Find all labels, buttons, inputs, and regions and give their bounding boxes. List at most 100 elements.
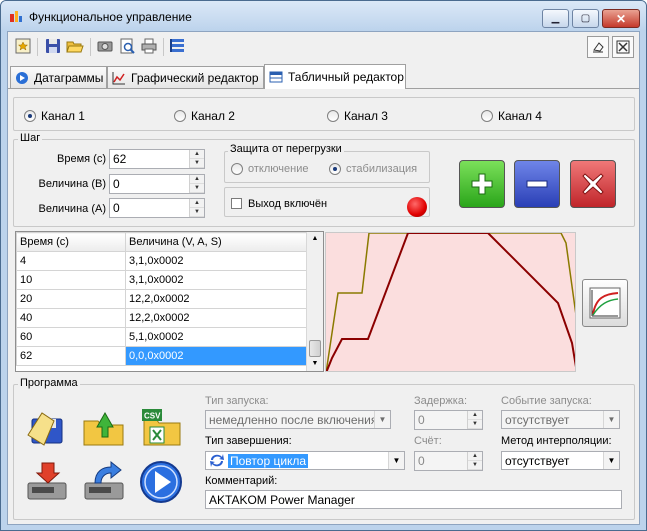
col-header-time[interactable]: Время (с)	[16, 232, 126, 252]
maximize-button[interactable]: ▢	[572, 9, 599, 28]
spin-down[interactable]: ▼	[190, 208, 204, 217]
output-checkbox[interactable]	[231, 198, 242, 209]
cell-value[interactable]: 12,2,0x0002	[125, 308, 312, 328]
tab-table-editor[interactable]: Табличный редактор	[264, 64, 406, 89]
table-row[interactable]: 20 12,2,0x0002	[16, 289, 312, 309]
preview-button[interactable]	[116, 35, 138, 57]
upload-device-icon	[84, 460, 124, 500]
radio-channel-1[interactable]: Канал 1	[24, 109, 85, 123]
device-button[interactable]	[94, 35, 116, 57]
cell-value[interactable]: 5,1,0x0002	[125, 327, 312, 347]
plus-icon	[471, 173, 493, 195]
export-csv-button[interactable]: CSV	[138, 404, 184, 452]
csv-export-icon: CSV	[142, 409, 181, 446]
device-icon	[97, 41, 113, 52]
print-button[interactable]	[138, 35, 160, 57]
play-icon	[140, 461, 182, 503]
title-bar: Функциональное управление ▁ ▢ ✕	[1, 1, 646, 31]
spin-down[interactable]: ▼	[468, 420, 482, 429]
new-document-icon	[15, 38, 31, 54]
open-button[interactable]	[64, 35, 86, 57]
spin-up[interactable]: ▲	[468, 411, 482, 420]
count-label: Счёт:	[414, 435, 442, 447]
clear-button[interactable]	[587, 36, 609, 58]
radio-protection-stab[interactable]: стабилизация	[329, 163, 417, 175]
chart-view-button[interactable]	[582, 279, 628, 327]
cell-value[interactable]: 3,1,0x0002	[125, 270, 312, 290]
minimize-button[interactable]: ▁	[542, 9, 569, 28]
table-row[interactable]: 4 3,1,0x0002	[16, 251, 312, 271]
spin-down[interactable]: ▼	[190, 184, 204, 193]
chevron-down-icon: ▼	[388, 452, 404, 469]
save-program-button[interactable]	[24, 404, 70, 452]
launch-event-select[interactable]: отсутствует ▼	[501, 410, 620, 429]
save-button[interactable]	[42, 35, 64, 57]
spin-down[interactable]: ▼	[190, 159, 204, 168]
table-row[interactable]: 40 12,2,0x0002	[16, 308, 312, 328]
delete-all-button[interactable]	[570, 160, 616, 208]
table-scrollbar[interactable]: ▲ ▼	[306, 232, 323, 371]
read-device-button[interactable]	[24, 458, 70, 506]
magnitude-v-input[interactable]: 0 ▲ ▼	[109, 174, 205, 194]
spin-down[interactable]: ▼	[468, 461, 482, 470]
close-panel-button[interactable]	[612, 36, 634, 58]
scroll-up-arrow[interactable]: ▲	[307, 232, 323, 246]
table-row-selected[interactable]: 62 0,0,0x0002	[16, 346, 312, 366]
radio-protection-off[interactable]: отключение	[231, 163, 308, 175]
scroll-down-arrow[interactable]: ▼	[307, 357, 323, 371]
voltage-profile-line	[326, 233, 575, 371]
play-circle-icon	[16, 71, 28, 84]
settings-button[interactable]	[167, 35, 189, 57]
radio-channel-2[interactable]: Канал 2	[174, 109, 235, 123]
table-row[interactable]: 60 5,1,0x0002	[16, 327, 312, 347]
cell-value[interactable]: 12,2,0x0002	[125, 289, 312, 309]
scroll-thumb[interactable]	[309, 340, 321, 357]
print-preview-icon	[120, 38, 135, 54]
add-step-button[interactable]	[459, 160, 505, 208]
cell-value[interactable]: 3,1,0x0002	[125, 251, 312, 271]
open-folder-icon	[66, 41, 84, 53]
step-table: Время (с) Величина (V, A, S) 4 3,1,0x0002 …	[16, 232, 312, 366]
close-window-button[interactable]: ✕	[602, 9, 640, 28]
chevron-down-icon: ▼	[603, 411, 619, 428]
cell-time[interactable]: 10	[16, 270, 126, 290]
launch-type-select[interactable]: немедленно после включения ▼	[205, 410, 391, 429]
end-type-select[interactable]: Повтор цикла ▼	[205, 451, 405, 470]
launch-event-label: Событие запуска:	[501, 395, 592, 407]
delay-input[interactable]: 0 ▲ ▼	[414, 410, 483, 430]
cell-time[interactable]: 20	[16, 289, 126, 309]
time-input[interactable]: 62 ▲ ▼	[109, 149, 205, 169]
open-program-button[interactable]	[81, 404, 127, 452]
window-title: Функциональное управление	[29, 10, 192, 24]
run-program-button[interactable]	[138, 458, 184, 506]
cell-time[interactable]: 40	[16, 308, 126, 328]
table-icon	[269, 71, 283, 83]
cell-value[interactable]: 0,0,0x0002	[125, 346, 312, 366]
remove-step-button[interactable]	[514, 160, 560, 208]
spin-up[interactable]: ▲	[190, 199, 204, 208]
spin-up[interactable]: ▲	[190, 175, 204, 184]
comment-input[interactable]: AKTAKOM Power Manager	[205, 490, 622, 509]
spin-up[interactable]: ▲	[190, 150, 204, 159]
interpolation-select[interactable]: отсутствует ▼	[501, 451, 620, 470]
cell-time[interactable]: 60	[16, 327, 126, 347]
repeat-icon	[209, 453, 225, 471]
radio-channel-3[interactable]: Канал 3	[327, 109, 388, 123]
write-device-button[interactable]	[81, 458, 127, 506]
step-group-label: Шаг	[18, 132, 43, 144]
tab-graphic-editor[interactable]: Графический редактор	[107, 66, 264, 88]
table-row[interactable]: 10 3,1,0x0002	[16, 270, 312, 290]
new-button[interactable]	[12, 35, 34, 57]
cell-time[interactable]: 4	[16, 251, 126, 271]
tab-datagrams[interactable]: Датаграммы	[10, 66, 107, 88]
spin-up[interactable]: ▲	[468, 452, 482, 461]
col-header-value[interactable]: Величина (V, A, S)	[125, 232, 312, 252]
count-input[interactable]: 0 ▲ ▼	[414, 451, 483, 471]
radio-dot	[327, 110, 339, 122]
radio-channel-4[interactable]: Канал 4	[481, 109, 542, 123]
magnitude-a-input[interactable]: 0 ▲ ▼	[109, 198, 205, 218]
maximize-icon: ▢	[580, 13, 591, 24]
cell-time[interactable]: 62	[16, 346, 126, 366]
radio-dot	[24, 110, 36, 122]
application-window: Функциональное управление ▁ ▢ ✕ Датаграм…	[0, 0, 647, 531]
